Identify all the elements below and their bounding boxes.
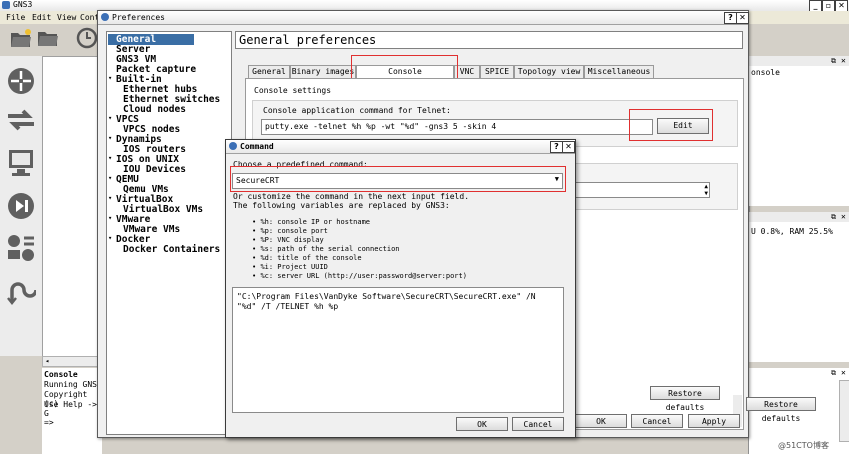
list-item: • %s: path of the serial connection <box>252 245 400 253</box>
tab-topology-view[interactable]: Topology view <box>514 65 584 78</box>
preferences-title: Preferences <box>112 13 165 22</box>
command-titlebar: Command ? ✕ <box>226 140 575 154</box>
panel3-float-icon[interactable]: ⧉ <box>831 369 836 378</box>
cancel-button[interactable]: Cancel <box>631 414 683 428</box>
topology-summary-panel: ⧉ ✕ onsole <box>748 56 849 206</box>
panel3-scrollbar[interactable] <box>839 380 849 442</box>
expand-icon[interactable]: ▾ <box>108 74 112 82</box>
expand-icon[interactable]: ▾ <box>108 114 112 122</box>
menu-file[interactable]: File <box>6 13 25 22</box>
selected-command: SecureCRT <box>236 176 280 185</box>
preferences-tree: General Server GNS3 VM Packet capture ▾ … <box>106 31 232 435</box>
expand-icon[interactable]: ▾ <box>108 214 112 222</box>
clock-icon[interactable] <box>76 26 98 50</box>
tab-binary-images[interactable]: Binary images <box>290 65 356 78</box>
open-project-icon[interactable] <box>37 29 59 47</box>
command-combo[interactable]: ▲ ▼ <box>553 182 710 198</box>
servers-summary-panel: ⧉ ✕ U 0.8%, RAM 25.5% <box>748 212 849 362</box>
list-item: • %c: server URL (http://user:password@s… <box>252 272 467 280</box>
close-icon[interactable]: ✕ <box>736 12 749 24</box>
gns3-icon <box>101 13 109 21</box>
dialog-cancel-button[interactable]: Cancel <box>512 417 564 431</box>
restore-defaults-button[interactable]: Restore defaults <box>746 397 816 423</box>
console-settings-group: Console settings <box>254 86 332 95</box>
panel-float-icon[interactable]: ⧉ <box>831 57 836 66</box>
app-icon <box>2 1 10 9</box>
panel2-close-icon[interactable]: ✕ <box>841 212 846 221</box>
console-title: Console <box>44 370 78 379</box>
edit-button[interactable]: Edit <box>657 118 709 134</box>
console-line: Running GNS3 <box>44 380 102 389</box>
telnet-command-input[interactable]: putty.exe -telnet %h %p -wt "%d" -gns3 5… <box>261 119 653 135</box>
chevron-down-icon[interactable]: ▼ <box>555 175 559 183</box>
list-item: • %P: VNC display <box>252 236 324 244</box>
dialog-ok-button[interactable]: OK <box>456 417 508 431</box>
tab-vnc[interactable]: VNC <box>454 65 480 78</box>
watermark: @51CTO博客 <box>778 441 829 450</box>
menu-view[interactable]: View <box>57 13 76 22</box>
tab-miscellaneous[interactable]: Miscellaneous <box>584 65 654 78</box>
server-usage-text: U 0.8%, RAM 25.5% <box>751 227 833 236</box>
toolbar <box>0 24 100 54</box>
command-title: Command <box>240 142 274 151</box>
restore-defaults-button-main[interactable]: Restore defaults <box>650 386 720 412</box>
switches-icon[interactable] <box>6 106 36 134</box>
telnet-label: Console application command for Telnet: <box>263 106 451 115</box>
tab-bar: General Binary images Console applicatio… <box>248 65 668 88</box>
telnet-command-value: putty.exe -telnet %h %p -wt "%d" -gns3 5… <box>265 122 497 131</box>
or-customize-text: Or customize the command in the next inp… <box>233 192 470 201</box>
variables-intro: The following variables are replaced by … <box>233 201 450 210</box>
panel-column-console: onsole <box>751 68 780 77</box>
expand-icon[interactable]: ▾ <box>108 194 112 202</box>
list-item: • %i: Project UUID <box>252 263 328 271</box>
gns3-icon <box>229 142 237 150</box>
panel2-float-icon[interactable]: ⧉ <box>831 213 836 222</box>
command-text: "C:\Program Files\VanDyke Software\Secur… <box>237 292 536 311</box>
variables-list: • %h: console IP or hostname • %p: conso… <box>252 218 552 281</box>
choose-label: Choose a predefined command: <box>233 160 368 169</box>
predefined-command-select[interactable]: SecureCRT ▼ <box>232 173 563 189</box>
routers-icon[interactable] <box>6 66 36 96</box>
menu-edit[interactable]: Edit <box>32 13 51 22</box>
tab-console-applications[interactable]: Console applications <box>356 65 454 88</box>
command-dialog: Command ? ✕ Choose a predefined command:… <box>225 139 576 438</box>
page-title: General preferences <box>239 33 377 47</box>
end-devices-icon[interactable] <box>7 148 35 178</box>
device-toolbar <box>0 56 42 356</box>
console-panel: Console Running GNS3 Copyright (c) Use H… <box>42 368 102 454</box>
main-title: GNS3 <box>13 0 33 9</box>
ok-button[interactable]: OK <box>575 414 627 428</box>
spin-icon[interactable]: ▲ ▼ <box>704 183 708 197</box>
workspace-hscroll[interactable]: ◂ <box>42 356 100 367</box>
all-devices-icon[interactable] <box>6 233 36 263</box>
list-item: • %h: console IP or hostname <box>252 218 371 226</box>
security-devices-icon[interactable] <box>6 191 36 221</box>
panel-close-icon[interactable]: ✕ <box>841 56 846 65</box>
apply-button[interactable]: Apply <box>688 414 740 428</box>
list-item: • %p: console port <box>252 227 328 235</box>
console-prompt[interactable]: => <box>44 418 54 427</box>
preferences-titlebar: Preferences ? ✕ <box>98 11 749 25</box>
console-line: Use Help -> G <box>44 400 97 418</box>
add-link-icon[interactable] <box>6 276 36 306</box>
panel3-close-icon[interactable]: ✕ <box>841 368 846 377</box>
command-textarea[interactable]: "C:\Program Files\VanDyke Software\Secur… <box>232 287 564 413</box>
close-icon[interactable]: ✕ <box>562 141 575 153</box>
new-project-icon[interactable] <box>10 28 32 48</box>
tab-general[interactable]: General <box>248 65 290 78</box>
expand-icon[interactable]: ▾ <box>108 174 112 182</box>
page-heading-box: General preferences <box>235 31 743 49</box>
list-item: • %d: title of the console <box>252 254 362 262</box>
expand-icon[interactable]: ▾ <box>108 134 112 142</box>
expand-icon[interactable]: ▾ <box>108 154 112 162</box>
tab-spice[interactable]: SPICE <box>480 65 514 78</box>
tree-item-docker-containers[interactable]: Docker Containers <box>123 244 220 255</box>
expand-icon[interactable]: ▾ <box>108 234 112 242</box>
